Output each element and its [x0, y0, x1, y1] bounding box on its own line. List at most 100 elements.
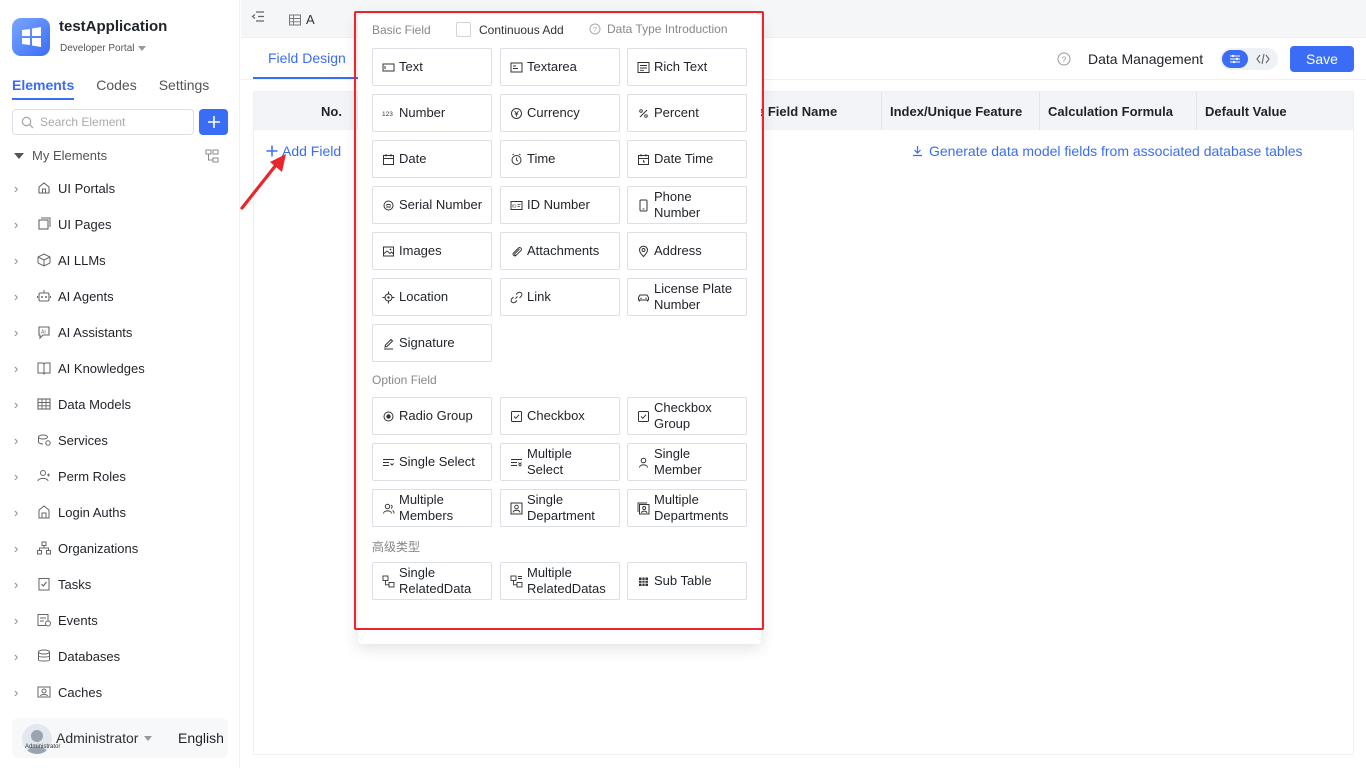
sidebar-item-label: UI Pages: [58, 216, 112, 232]
tab-field-design[interactable]: Field Design: [268, 50, 346, 66]
user-bar: Administrator Administrator English: [12, 718, 228, 758]
sidebar-item-services[interactable]: › Services: [14, 430, 108, 450]
sidebar-item-ui-portals[interactable]: › UI Portals: [14, 178, 115, 198]
field-type-textarea[interactable]: Textarea: [500, 48, 620, 86]
data-type-introduction-link[interactable]: ? Data Type Introduction: [589, 22, 728, 36]
advanced-type-title: 高级类型: [372, 540, 421, 554]
plus-icon: [207, 116, 220, 128]
tree-view-icon[interactable]: [205, 149, 219, 163]
tab-settings[interactable]: Settings: [159, 77, 210, 100]
sidebar-item-label: Databases: [58, 648, 121, 664]
help-icon[interactable]: ?: [1057, 52, 1071, 66]
events-icon: [37, 614, 51, 627]
column-header-field-name: e Field Name: [757, 104, 838, 119]
tab-model-a[interactable]: A: [289, 12, 315, 27]
sidebar-item-label: AI LLMs: [58, 252, 106, 268]
book-icon: [37, 362, 51, 375]
add-element-button[interactable]: [199, 109, 228, 135]
sidebar-item-ai-knowledges[interactable]: › AI Knowledges: [14, 358, 145, 378]
view-mode-toggle[interactable]: [1220, 48, 1278, 70]
field-type-label: Single Department: [527, 492, 595, 523]
chevron-right-icon: ›: [14, 360, 19, 376]
field-type-label: Multiple Departments: [654, 492, 729, 523]
field-type-label: Multiple Select: [527, 446, 572, 477]
members-icon: [383, 503, 395, 514]
field-type-time[interactable]: Time: [500, 140, 620, 178]
field-type-text[interactable]: Text: [372, 48, 492, 86]
language-switch[interactable]: English: [178, 730, 224, 746]
car-icon: [638, 294, 649, 301]
sidebar-item-ai-assistants[interactable]: › AI AI Assistants: [14, 322, 132, 342]
data-management-link[interactable]: Data Management: [1088, 51, 1203, 67]
field-type-attachments[interactable]: Attachments: [500, 232, 620, 270]
chevron-right-icon: ›: [14, 432, 19, 448]
field-type-id-number[interactable]: ID ID Number: [500, 186, 620, 224]
field-type-single-select[interactable]: Single Select: [372, 443, 492, 481]
checkbox-icon: [511, 410, 522, 422]
rich-text-icon: [637, 61, 650, 73]
sidebar-item-perm-roles[interactable]: › Perm Roles: [14, 466, 126, 486]
collapse-sidebar-icon[interactable]: [251, 10, 265, 24]
multiple-select-icon: [511, 458, 522, 467]
field-type-single-relateddata[interactable]: Single RelatedData: [372, 562, 492, 600]
sidebar-item-ui-pages[interactable]: › UI Pages: [14, 214, 111, 234]
my-elements-label: My Elements: [32, 148, 108, 163]
field-type-label: Single Select: [399, 454, 475, 470]
sidebar-item-ai-llms[interactable]: › AI LLMs: [14, 250, 106, 270]
field-type-single-department[interactable]: Single Department: [500, 489, 620, 527]
sidebar-item-login-auths[interactable]: › Login Auths: [14, 502, 126, 522]
field-type-multiple-departments[interactable]: Multiple Departments: [627, 489, 747, 527]
sidebar-item-tasks[interactable]: › Tasks: [14, 574, 91, 594]
field-type-multiple-relateddatas[interactable]: Multiple RelatedDatas: [500, 562, 620, 600]
sidebar-item-databases[interactable]: › Databases: [14, 646, 120, 666]
field-type-signature[interactable]: Signature: [372, 324, 492, 362]
field-type-link[interactable]: Link: [500, 278, 620, 316]
field-type-currency[interactable]: Currency: [500, 94, 620, 132]
field-type-date-time[interactable]: Date Time: [627, 140, 747, 178]
field-type-serial-number[interactable]: Serial Number: [372, 186, 492, 224]
field-type-multiple-members[interactable]: Multiple Members: [372, 489, 492, 527]
field-type-license-plate-number[interactable]: License Plate Number: [627, 278, 747, 316]
field-type-single-member[interactable]: Single Member: [627, 443, 747, 481]
sidebar-item-organizations[interactable]: › Organizations: [14, 538, 138, 558]
field-type-checkbox[interactable]: Checkbox: [500, 397, 620, 435]
field-type-label: Images: [399, 243, 442, 259]
sidebar-item-ai-agents[interactable]: › AI Agents: [14, 286, 114, 306]
cache-icon: [37, 686, 51, 698]
field-type-number[interactable]: 123 Number: [372, 94, 492, 132]
column-divider: [1039, 92, 1040, 130]
text-icon: [382, 63, 395, 71]
user-menu[interactable]: Administrator: [56, 730, 153, 746]
field-type-phone-number[interactable]: Phone Number: [627, 186, 747, 224]
field-type-multiple-select[interactable]: Multiple Select: [500, 443, 620, 481]
tab-codes[interactable]: Codes: [96, 77, 136, 100]
continuous-add-checkbox[interactable]: Continuous Add: [456, 22, 564, 37]
field-type-images[interactable]: Images: [372, 232, 492, 270]
field-type-address[interactable]: Address: [627, 232, 747, 270]
my-elements-group[interactable]: My Elements: [14, 148, 107, 163]
sidebar-item-label: Tasks: [58, 576, 92, 592]
field-type-location[interactable]: Location: [372, 278, 492, 316]
sidebar-item-data-models[interactable]: › Data Models: [14, 394, 131, 414]
chevron-right-icon: ›: [14, 684, 19, 700]
sidebar-item-events[interactable]: › Events: [14, 610, 98, 630]
field-type-checkbox-group[interactable]: Checkbox Group: [627, 397, 747, 435]
signature-icon: [384, 338, 394, 349]
field-type-percent[interactable]: Percent: [627, 94, 747, 132]
field-type-radio-group[interactable]: Radio Group: [372, 397, 492, 435]
table-icon: [289, 14, 301, 25]
sidebar-item-caches[interactable]: › Caches: [14, 682, 102, 702]
sidebar-item-label: Caches: [58, 684, 103, 700]
settings-sliders-icon: [1230, 54, 1240, 64]
search-input[interactable]: [40, 115, 180, 129]
generate-fields-link[interactable]: Generate data model fields from associat…: [912, 143, 1303, 159]
continuous-add-label: Continuous Add: [479, 22, 564, 37]
field-type-rich-text[interactable]: Rich Text: [627, 48, 747, 86]
portal-select[interactable]: Developer Portal: [60, 43, 147, 54]
svg-text:?: ?: [593, 25, 597, 34]
field-type-label: Checkbox Group: [654, 400, 712, 431]
tab-elements[interactable]: Elements: [12, 77, 75, 100]
field-type-sub-table[interactable]: Sub Table: [627, 562, 747, 600]
save-button[interactable]: Save: [1290, 46, 1354, 72]
field-type-date[interactable]: Date: [372, 140, 492, 178]
